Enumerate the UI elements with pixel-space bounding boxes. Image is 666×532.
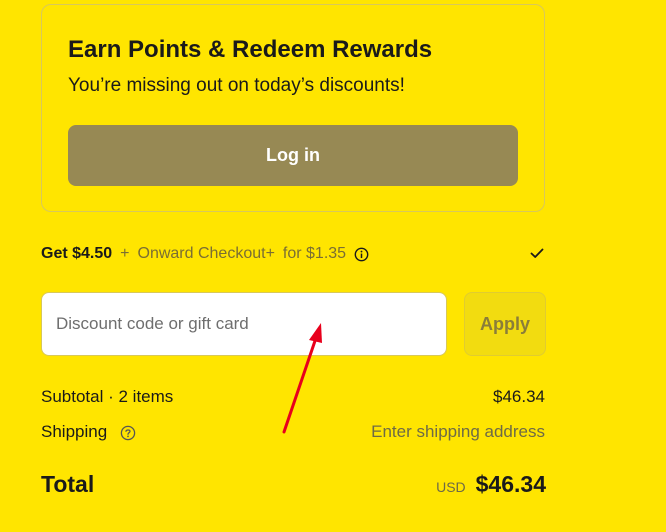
rewards-title: Earn Points & Redeem Rewards (68, 36, 433, 63)
rewards-card: Earn Points & Redeem Rewards You’re miss… (41, 4, 545, 212)
subtotal-value: $46.34 (493, 387, 545, 406)
currency-code: USD (436, 478, 466, 495)
help-icon[interactable] (120, 425, 136, 441)
onward-product: Onward Checkout+ (137, 245, 275, 262)
rewards-subtitle: You’re missing out on today’s discounts! (68, 75, 405, 96)
total-amount-wrap: USD $46.34 (436, 471, 546, 498)
onward-checkout-row[interactable]: Get $4.50 + Onward Checkout+ for $1.35 (41, 243, 545, 265)
shipping-row: Shipping Enter shipping address (41, 421, 545, 443)
apply-button[interactable]: Apply (464, 292, 546, 356)
total-label: Total (41, 470, 95, 497)
shipping-label-wrap: Shipping (41, 422, 136, 442)
login-button[interactable]: Log in (68, 125, 518, 186)
shipping-label: Shipping (41, 422, 108, 441)
subtotal-row: Subtotal · 2 items $46.34 (41, 386, 545, 408)
total-amount: $46.34 (475, 470, 546, 497)
discount-code-input[interactable] (41, 292, 447, 356)
shipping-value: Enter shipping address (371, 422, 545, 441)
total-row: Total USD $46.34 (41, 468, 546, 500)
checkmark-icon[interactable] (529, 245, 545, 261)
onward-price: for $1.35 (282, 245, 347, 262)
subtotal-label: Subtotal · 2 items (41, 387, 174, 406)
info-icon[interactable] (354, 247, 369, 262)
onward-plus: + (120, 245, 130, 262)
onward-get-label: Get $4.50 (41, 245, 113, 262)
